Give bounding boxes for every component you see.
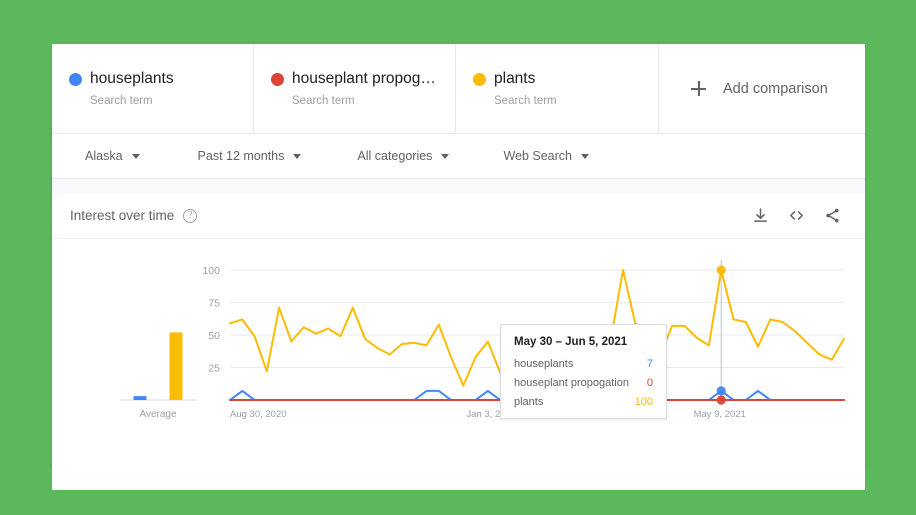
interest-over-time-chart[interactable]: 25 50 75 100 Aug 30, 2020 Jan 3, 2021 May 9, 2…: [52, 239, 865, 490]
hover-point-plants: [716, 265, 726, 275]
x-axis-tick-label: May 9, 2021: [694, 409, 746, 420]
chevron-down-icon: [293, 153, 302, 159]
series-dot-red: [271, 73, 284, 86]
average-label: Average: [139, 409, 177, 420]
search-term-card-2[interactable]: plants Search term: [456, 44, 659, 133]
tooltip-row-plants: plants 100: [514, 396, 653, 408]
tooltip-label-houseplants: houseplants: [514, 358, 574, 370]
search-term-sublabel-0: Search term: [90, 95, 153, 107]
filter-category-label: All categories: [357, 149, 433, 163]
y-axis-tick-label: 50: [208, 330, 220, 342]
chart-canvas: 255075100Aug 30, 2020 Jan 3, 2021 May 9, 2…: [120, 260, 845, 420]
search-term-sublabel-1: Search term: [292, 95, 355, 107]
chevron-down-icon: [441, 153, 450, 159]
tooltip-value-houseplants: 7: [646, 358, 653, 370]
tooltip-row-houseplant-propogation: houseplant propogation 0: [514, 377, 653, 389]
search-term-sublabel-2: Search term: [494, 95, 557, 107]
filter-time-range-label: Past 12 months: [197, 149, 285, 163]
interest-over-time-header: Interest over time ?: [52, 193, 865, 239]
panel-title: Interest over time: [70, 208, 175, 223]
add-comparison-label: Add comparison: [723, 80, 828, 97]
filter-bar: Alaska Past 12 months All categories Web…: [52, 134, 865, 179]
chart-tooltip: May 30 – Jun 5, 2021 houseplants 7 house…: [500, 324, 667, 419]
tooltip-label-plants: plants: [514, 396, 544, 408]
average-bar-plants: [169, 332, 183, 400]
y-axis-tick-label: 25: [208, 363, 220, 375]
tooltip-date-range: May 30 – Jun 5, 2021: [514, 336, 628, 348]
section-separator: [52, 179, 865, 193]
search-term-card-0[interactable]: houseplants Search term: [52, 44, 254, 133]
search-term-card-1[interactable]: houseplant propog… Search term: [254, 44, 456, 133]
add-comparison-button[interactable]: Add comparison: [659, 44, 865, 133]
series-dot-blue: [69, 73, 82, 86]
panel-actions: [752, 207, 841, 224]
hover-point-houseplants: [716, 386, 726, 396]
tooltip-value-houseplant-propogation: 0: [646, 377, 653, 389]
tooltip-value-plants: 100: [634, 396, 653, 408]
filter-time-range[interactable]: Past 12 months: [182, 149, 318, 163]
page-root: houseplants Search term houseplant propo…: [0, 0, 916, 515]
search-term-label-0: houseplants: [90, 70, 174, 87]
average-bar-houseplants: [133, 396, 147, 400]
embed-code-icon[interactable]: [788, 207, 805, 224]
filter-search-type-label: Web Search: [503, 149, 572, 163]
y-axis-tick-label: 75: [208, 298, 220, 310]
filter-region-label: Alaska: [85, 149, 123, 163]
hover-point-houseplant-propogation: [716, 395, 726, 405]
help-circle-icon[interactable]: ?: [183, 208, 198, 223]
trends-card: houseplants Search term houseplant propo…: [52, 44, 865, 490]
chevron-down-icon: [581, 153, 589, 159]
plus-icon: [691, 81, 706, 96]
filter-search-type[interactable]: Web Search: [487, 149, 605, 163]
search-terms-header: houseplants Search term houseplant propo…: [52, 44, 865, 134]
tooltip-label-houseplant-propogation: houseplant propogation: [514, 377, 629, 389]
filter-category[interactable]: All categories: [341, 149, 465, 163]
series-dot-yellow: [473, 73, 486, 86]
search-term-label-1: houseplant propog…: [292, 70, 436, 87]
x-axis-tick-label: Aug 30, 2020: [230, 409, 287, 420]
share-icon[interactable]: [824, 207, 841, 224]
tooltip-row-houseplants: houseplants 7: [514, 358, 653, 370]
filter-region[interactable]: Alaska: [69, 149, 156, 163]
y-axis-tick-label: 100: [202, 265, 220, 277]
chevron-down-icon: [131, 153, 140, 159]
search-term-label-2: plants: [494, 70, 536, 87]
download-icon[interactable]: [752, 207, 769, 224]
